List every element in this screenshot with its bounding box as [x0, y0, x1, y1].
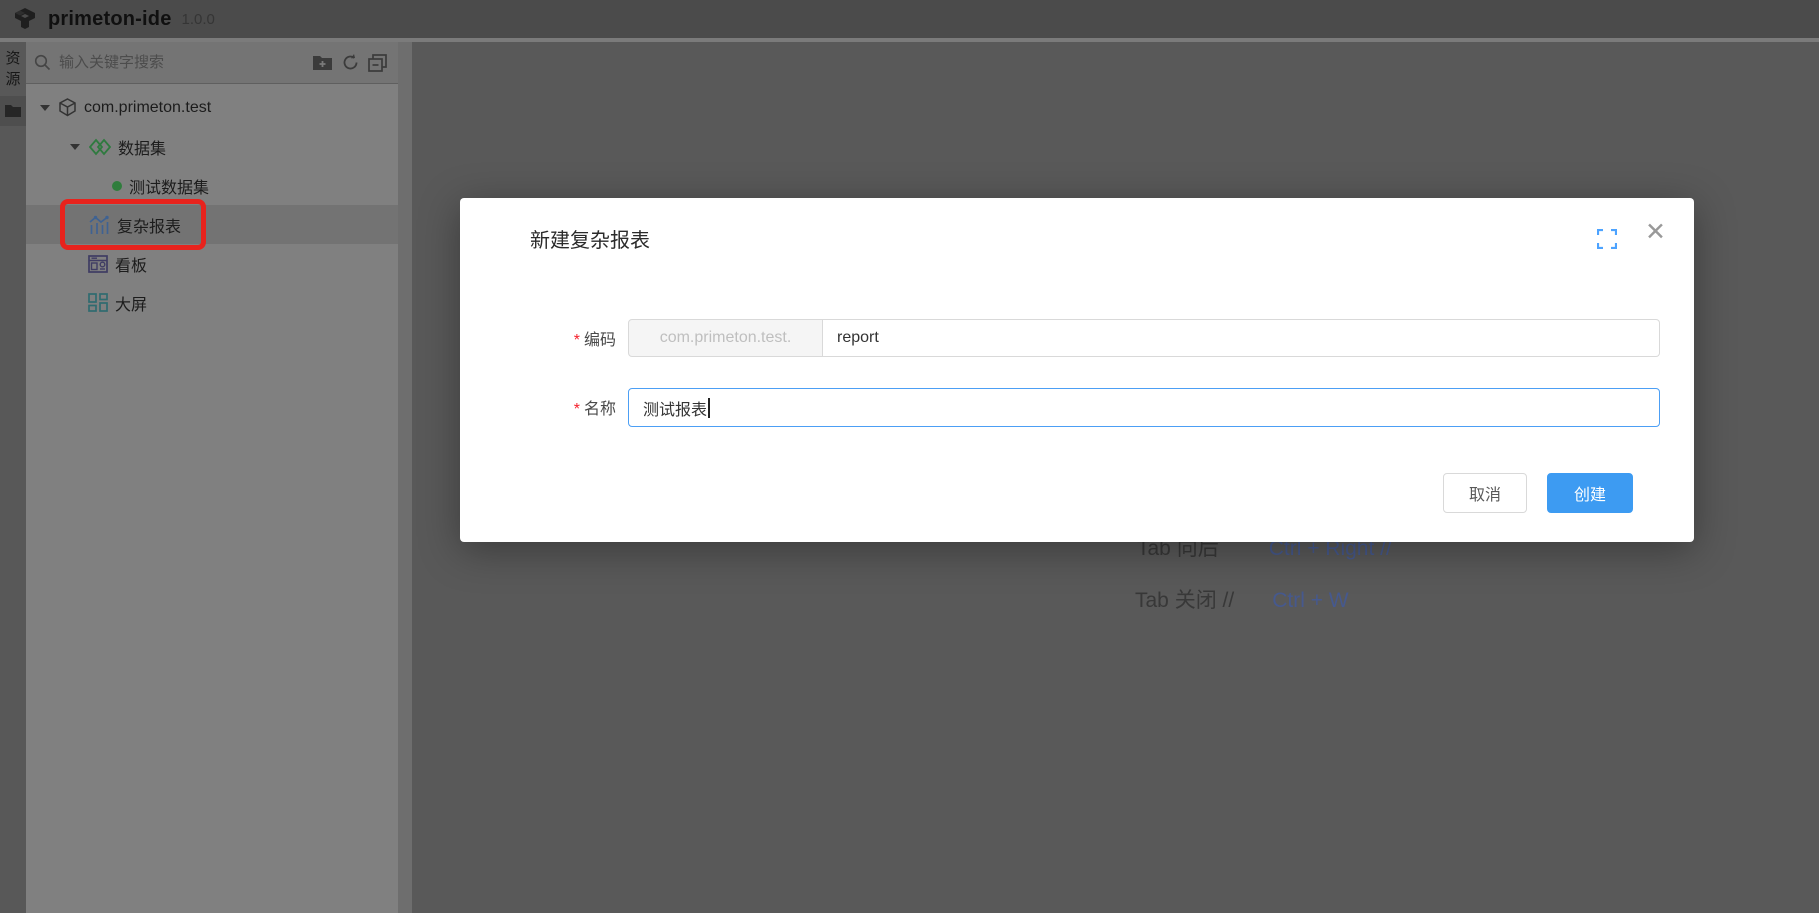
code-input[interactable]	[823, 319, 1660, 357]
tree-item-label[interactable]: 看板	[115, 252, 147, 276]
new-complex-report-dialog: 新建复杂报表 ✕ *编码 com.primeton.test. *名称 测试报表…	[460, 198, 1694, 542]
search-bar	[26, 42, 398, 84]
app-title: primeton-ide	[48, 8, 172, 31]
tree-item-label[interactable]: 测试数据集	[129, 174, 209, 198]
tree-item-test-dataset[interactable]: 测试数据集	[26, 166, 398, 205]
explorer-panel: com.primeton.test 数据集 测试数据集	[26, 42, 398, 913]
tree-item-label[interactable]: 数据集	[118, 135, 166, 159]
name-field-label: *名称	[460, 395, 616, 419]
explorer-toolbar	[312, 53, 388, 72]
panel-scrollbar-gutter[interactable]	[398, 42, 412, 913]
tree-item-complex-report[interactable]: 复杂报表	[26, 205, 398, 244]
required-mark: *	[574, 401, 580, 418]
required-mark: *	[574, 332, 580, 349]
folder-icon	[4, 104, 22, 118]
shortcut-hint-tab-close: Tab 关闭 // Ctrl + W	[1135, 584, 1349, 614]
collapse-all-icon[interactable]	[368, 54, 388, 72]
code-input-group: com.primeton.test.	[628, 319, 1660, 357]
search-input[interactable]	[59, 54, 312, 71]
tree-item-label[interactable]: 大屏	[115, 291, 147, 315]
app-version: 1.0.0	[182, 11, 215, 28]
refresh-icon[interactable]	[341, 53, 360, 72]
tree-item-kanban[interactable]: 看板	[26, 244, 398, 283]
caret-down-icon[interactable]	[70, 144, 80, 150]
tree-item-bigscreen[interactable]: 大屏	[26, 283, 398, 322]
package-icon	[58, 98, 77, 117]
name-input[interactable]: 测试报表	[628, 388, 1660, 427]
code-field-row: *编码 com.primeton.test.	[460, 319, 1660, 357]
code-prefix-addon: com.primeton.test.	[628, 319, 823, 357]
caret-down-icon[interactable]	[40, 105, 50, 111]
dialog-title: 新建复杂报表	[530, 224, 650, 253]
report-chart-icon	[88, 215, 110, 235]
title-bar: primeton-ide 1.0.0	[0, 0, 1819, 38]
text-cursor	[708, 398, 710, 418]
activity-rail: 资 源	[0, 42, 26, 913]
name-input-value: 测试报表	[643, 396, 707, 420]
new-folder-icon[interactable]	[312, 54, 333, 71]
tree-item-label[interactable]: com.primeton.test	[84, 99, 211, 117]
shortcut-keys: Ctrl + W	[1272, 589, 1348, 612]
dashboard-icon	[88, 255, 108, 273]
cancel-button[interactable]: 取消	[1443, 473, 1527, 513]
tree-item-label[interactable]: 复杂报表	[117, 213, 181, 237]
name-input-group: 测试报表	[628, 388, 1660, 426]
name-field-row: *名称 测试报表	[460, 388, 1660, 426]
tree-item-package[interactable]: com.primeton.test	[26, 88, 398, 127]
app-logo-icon	[12, 6, 38, 32]
resource-tree: com.primeton.test 数据集 测试数据集	[26, 88, 398, 322]
dataset-icon	[89, 138, 111, 156]
green-dot	[112, 181, 122, 191]
bigscreen-icon	[88, 293, 108, 312]
rail-resources-tab[interactable]	[0, 96, 26, 126]
tree-item-dataset-group[interactable]: 数据集	[26, 127, 398, 166]
rail-resources-label[interactable]: 资 源	[0, 42, 26, 90]
fullscreen-icon[interactable]	[1597, 229, 1617, 249]
code-field-label: *编码	[460, 326, 616, 350]
search-icon	[34, 54, 51, 71]
shortcut-label: Tab 关闭 //	[1135, 589, 1234, 612]
create-button[interactable]: 创建	[1547, 473, 1633, 513]
close-icon[interactable]: ✕	[1645, 220, 1666, 245]
